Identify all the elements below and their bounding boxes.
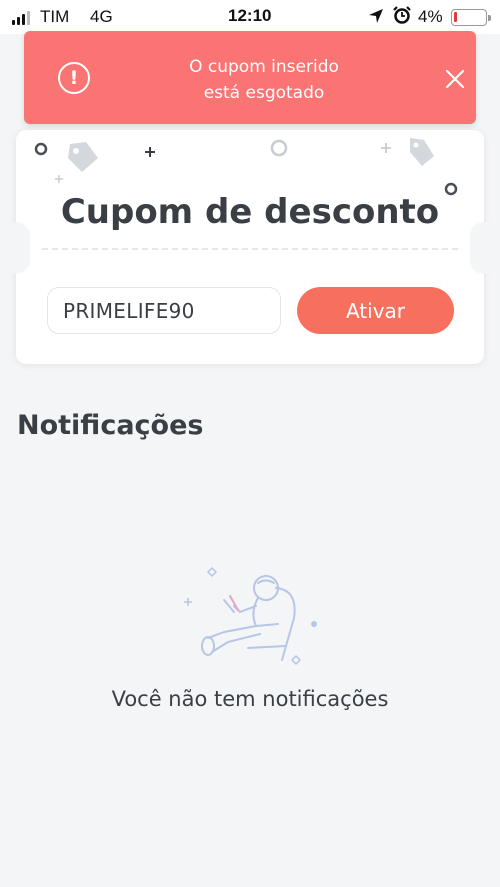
alert-circle-icon: !	[58, 62, 90, 94]
signal-icon	[12, 11, 30, 25]
toast-message: O cupom inserido está esgotado	[124, 54, 404, 106]
carrier-name: TIM	[40, 7, 70, 26]
battery-icon	[451, 9, 491, 26]
close-icon[interactable]	[443, 67, 467, 91]
toast-message-line-2: está esgotado	[203, 83, 325, 103]
alarm-clock-icon	[393, 6, 411, 30]
notifications-heading: Notificações	[17, 410, 204, 441]
status-time: 12:10	[228, 6, 272, 25]
dashed-divider	[42, 248, 458, 250]
error-toast: ! O cupom inserido está esgotado	[24, 31, 476, 124]
coupon-code-input[interactable]	[47, 287, 281, 334]
network-type: 4G	[90, 7, 113, 26]
ring-decoration-icon	[34, 142, 48, 156]
ring-decoration-icon	[270, 139, 288, 157]
coupon-card: Cupom de desconto Ativar	[2, 130, 498, 364]
status-bar: TIM 4G 12:10 4%	[0, 0, 500, 34]
astronaut-reading-illustration	[184, 566, 317, 666]
activate-button[interactable]: Ativar	[297, 287, 454, 334]
empty-notifications-message: Você não tem notificações	[111, 687, 389, 711]
price-tag-icon	[68, 142, 98, 172]
coupon-title: Cupom de desconto	[60, 192, 440, 232]
toast-message-line-1: O cupom inserido	[189, 57, 339, 77]
plus-decoration-icon	[381, 143, 391, 153]
price-tag-icon	[410, 138, 434, 166]
plus-decoration-icon	[145, 147, 155, 157]
plus-decoration-icon	[55, 175, 63, 183]
battery-percent: 4%	[418, 7, 443, 26]
location-arrow-icon	[368, 8, 384, 29]
